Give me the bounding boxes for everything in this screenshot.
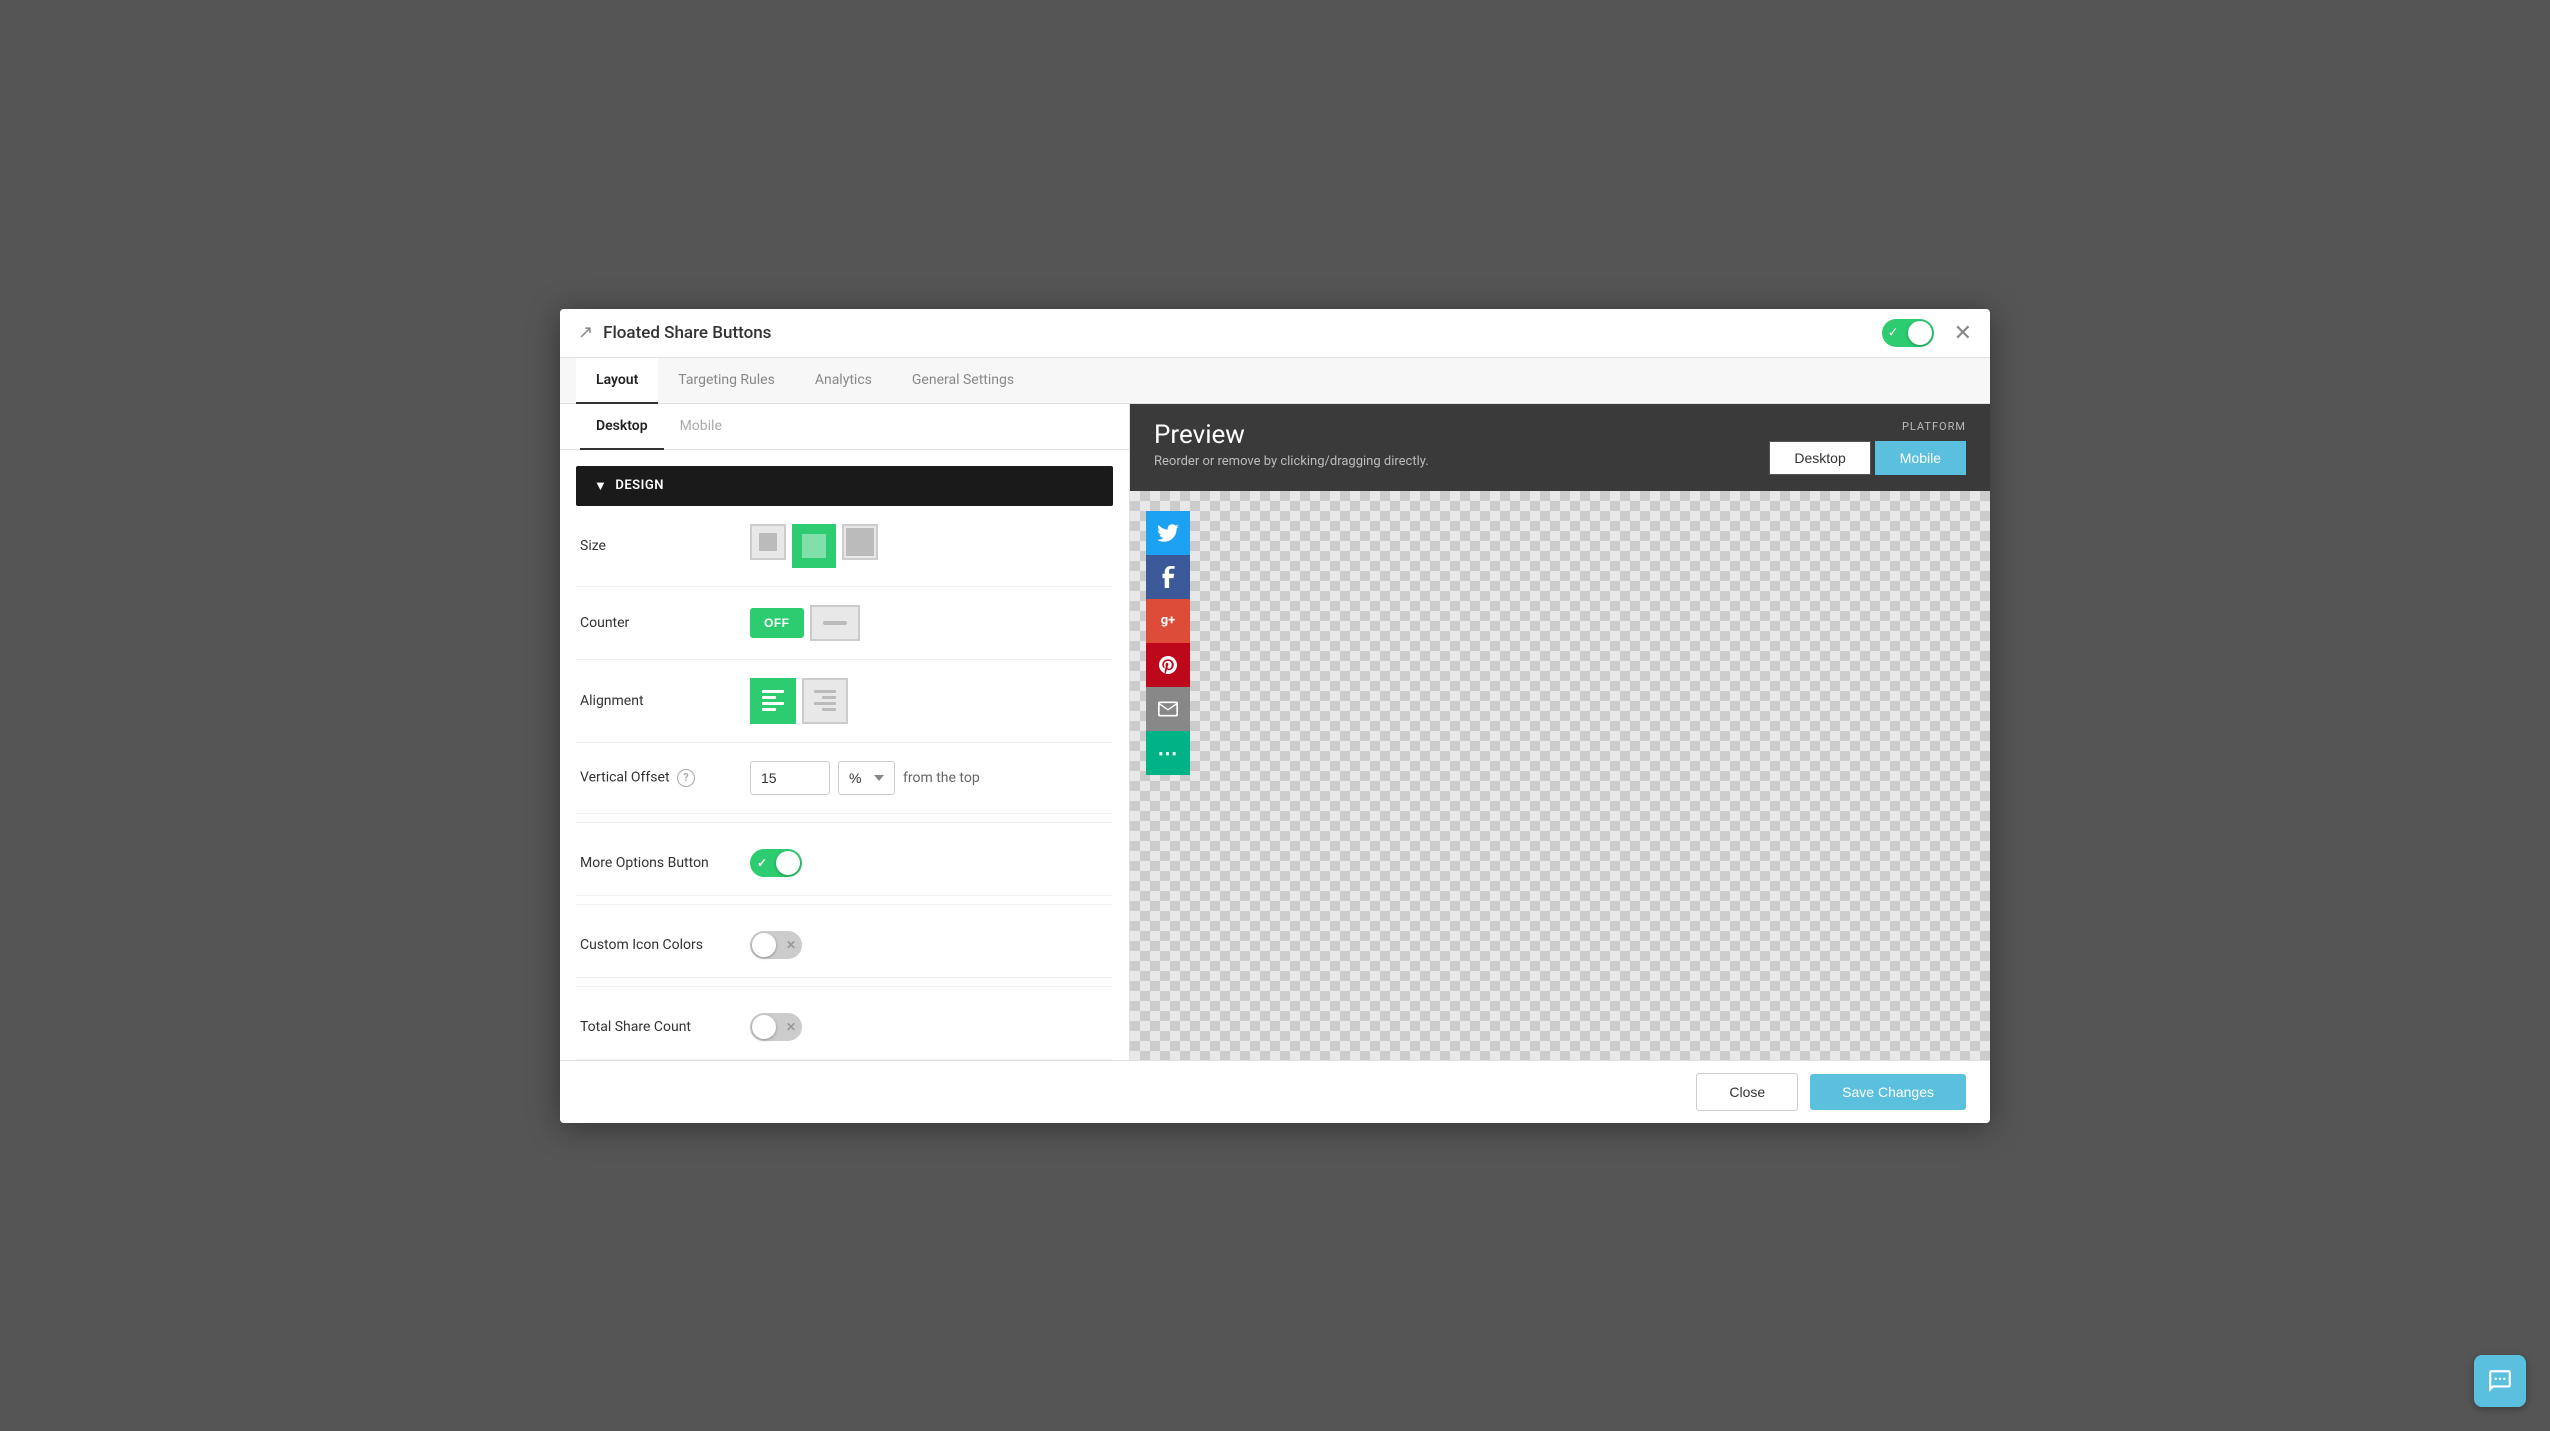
platform-label: PLATFORM <box>1769 420 1966 433</box>
sub-tab-mobile[interactable]: Mobile <box>664 404 738 450</box>
modal: ↗ Floated Share Buttons ✓ ✕ Layout Targe… <box>560 309 1990 1123</box>
modal-title: Floated Share Buttons <box>603 323 1871 343</box>
save-changes-button[interactable]: Save Changes <box>1810 1074 1966 1110</box>
more-options-row: More Options Button ✓ <box>576 831 1113 896</box>
close-icon[interactable]: ✕ <box>1954 322 1972 344</box>
preview-subtitle: Reorder or remove by clicking/dragging d… <box>1154 454 1429 469</box>
custom-icon-colors-row: Custom Icon Colors ✕ <box>576 913 1113 978</box>
total-share-count-row: Total Share Count ✕ <box>576 995 1113 1060</box>
preview-header: Preview Reorder or remove by clicking/dr… <box>1130 404 1990 491</box>
custom-icon-colors-label: Custom Icon Colors <box>580 937 740 953</box>
platform-section: PLATFORM Desktop Mobile <box>1769 420 1966 475</box>
align-left-btn[interactable] <box>750 678 796 724</box>
share-btn-pinterest[interactable] <box>1146 643 1190 687</box>
size-medium-btn[interactable] <box>792 524 836 568</box>
design-label: DESIGN <box>615 478 664 493</box>
design-section-body: Size Counter <box>560 506 1129 1060</box>
custom-icon-toggle[interactable]: ✕ <box>750 931 802 959</box>
divider3 <box>576 986 1113 987</box>
counter-label: Counter <box>580 615 740 631</box>
more-options-toggle[interactable]: ✓ <box>750 849 802 877</box>
offset-value-input[interactable] <box>750 761 830 795</box>
align-options <box>750 678 848 724</box>
more-options-label: More Options Button <box>580 855 740 871</box>
main-tabs: Layout Targeting Rules Analytics General… <box>560 358 1990 404</box>
close-button[interactable]: Close <box>1696 1073 1798 1111</box>
design-section-header: ▼ DESIGN <box>576 466 1113 506</box>
share-btn-twitter[interactable] <box>1146 511 1190 555</box>
size-options <box>750 524 878 568</box>
modal-footer: Close Save Changes <box>560 1060 1990 1123</box>
share-icon: ↗ <box>578 322 593 343</box>
share-btn-facebook[interactable] <box>1146 555 1190 599</box>
size-small-btn[interactable] <box>750 524 786 560</box>
more-icon-dots: ⋯ <box>1158 743 1179 763</box>
platform-mobile-btn[interactable]: Mobile <box>1875 441 1966 475</box>
vertical-offset-label: Vertical Offset ? <box>580 769 740 787</box>
divider <box>576 822 1113 823</box>
size-large-btn[interactable] <box>842 524 878 560</box>
left-panel: Desktop Mobile ▼ DESIGN Size <box>560 404 1130 1060</box>
tab-targeting-rules[interactable]: Targeting Rules <box>658 358 795 404</box>
share-btn-email[interactable] <box>1146 687 1190 731</box>
help-icon[interactable]: ? <box>677 769 695 787</box>
preview-canvas: g+ ⋯ <box>1130 491 1990 1060</box>
content-area: Desktop Mobile ▼ DESIGN Size <box>560 404 1990 1060</box>
sub-tabs: Desktop Mobile <box>560 404 1129 450</box>
modal-header: ↗ Floated Share Buttons ✓ ✕ <box>560 309 1990 358</box>
total-share-count-label: Total Share Count <box>580 1019 740 1035</box>
platform-desktop-btn[interactable]: Desktop <box>1769 441 1870 475</box>
preview-title: Preview <box>1154 420 1429 450</box>
counter-options: OFF <box>750 605 860 641</box>
toggle-on-checkmark: ✓ <box>757 856 767 870</box>
size-label: Size <box>580 538 740 554</box>
tab-layout[interactable]: Layout <box>576 358 658 404</box>
counter-hidden-btn[interactable] <box>810 605 860 641</box>
from-top-text: from the top <box>903 770 980 786</box>
toggle-checkmark: ✓ <box>1888 325 1899 340</box>
toggle-off-xmark: ✕ <box>786 938 796 952</box>
share-btn-gplus[interactable]: g+ <box>1146 599 1190 643</box>
tab-analytics[interactable]: Analytics <box>795 358 892 404</box>
offset-unit-select[interactable]: % px <box>838 761 895 795</box>
divider2 <box>576 904 1113 905</box>
toggle-knob <box>1908 321 1932 345</box>
enabled-toggle[interactable]: ✓ <box>1882 319 1934 347</box>
counter-off-btn[interactable]: OFF <box>750 608 804 638</box>
gplus-icon-text: g+ <box>1161 613 1176 628</box>
toggle-off-xmark2: ✕ <box>786 1020 796 1034</box>
vertical-offset-row: Vertical Offset ? % px from the top <box>576 743 1113 814</box>
share-btn-more[interactable]: ⋯ <box>1146 731 1190 775</box>
alignment-option-row: Alignment <box>576 660 1113 743</box>
platform-buttons: Desktop Mobile <box>1769 441 1966 475</box>
right-panel: Preview Reorder or remove by clicking/dr… <box>1130 404 1990 1060</box>
total-share-toggle[interactable]: ✕ <box>750 1013 802 1041</box>
chat-bubble[interactable] <box>2474 1355 2526 1407</box>
float-share-buttons: g+ ⋯ <box>1146 511 1190 775</box>
size-option-row: Size <box>576 506 1113 587</box>
offset-controls: % px from the top <box>750 761 980 795</box>
align-right-btn[interactable] <box>802 678 848 724</box>
preview-info: Preview Reorder or remove by clicking/dr… <box>1154 420 1429 469</box>
tab-general-settings[interactable]: General Settings <box>892 358 1034 404</box>
chevron-down-icon: ▼ <box>594 478 607 494</box>
alignment-label: Alignment <box>580 693 740 709</box>
counter-option-row: Counter OFF <box>576 587 1113 660</box>
sub-tab-desktop[interactable]: Desktop <box>580 404 664 450</box>
